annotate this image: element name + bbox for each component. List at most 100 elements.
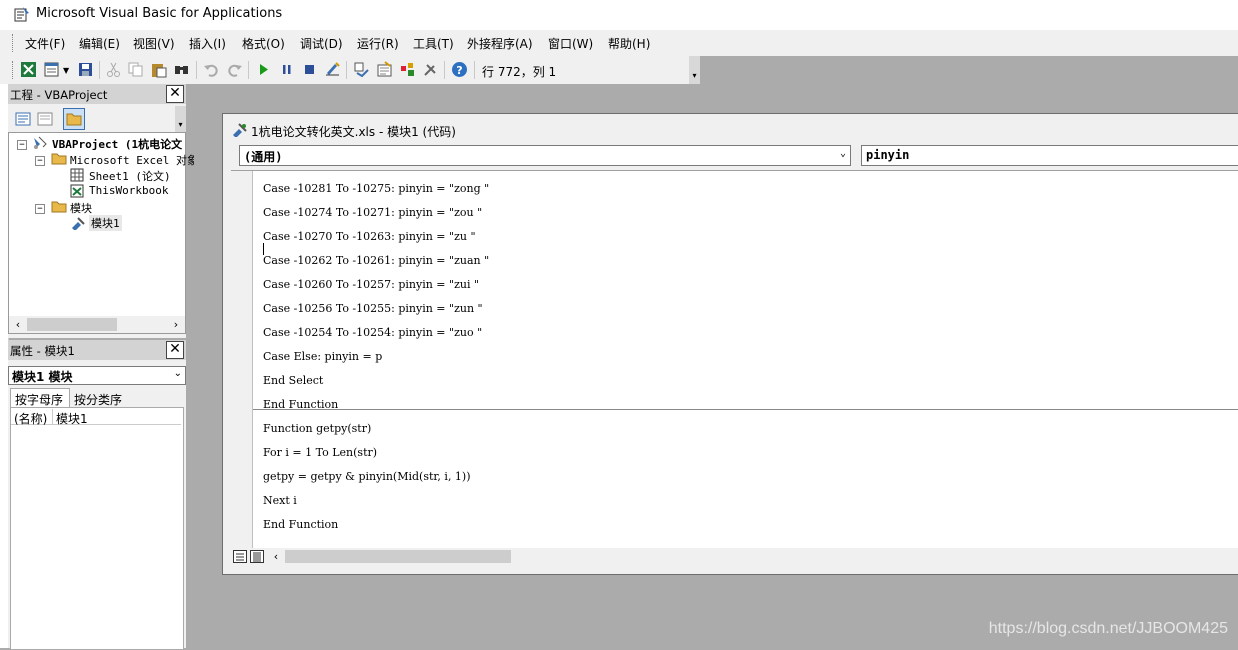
tab-categorized[interactable]: 按分类序 — [70, 390, 128, 407]
menu-addins[interactable]: 外接程序(A) — [467, 35, 533, 52]
paste-icon[interactable] — [150, 61, 167, 78]
close-icon[interactable]: ✕ — [166, 85, 184, 103]
menu-help[interactable]: 帮助(H) — [608, 35, 650, 52]
object-browser-icon[interactable] — [399, 61, 416, 78]
run-icon[interactable] — [255, 61, 272, 78]
scroll-thumb[interactable] — [27, 318, 117, 331]
tab-alphabetic-label: 按字母序 — [15, 393, 64, 407]
menu-run[interactable]: 运行(R) — [357, 35, 399, 52]
procedure-combo[interactable]: pinyin — [861, 145, 1238, 166]
menu-format[interactable]: 格式(O) — [242, 35, 285, 52]
code-line[interactable]: Next i — [263, 494, 297, 507]
view-code-icon[interactable] — [15, 111, 31, 127]
toolbar-overflow-button[interactable]: ▾ — [689, 56, 700, 84]
tree-node-thisworkbook[interactable]: ThisWorkbook — [89, 184, 168, 197]
watermark: https://blog.csdn.net/JJBOOM425 — [988, 620, 1228, 637]
worksheet-icon — [70, 168, 84, 182]
toolbar-grip[interactable] — [12, 61, 16, 79]
procedure-combo-value: pinyin — [866, 148, 910, 162]
code-line[interactable]: getpy = getpy & pinyin(Mid(str, i, 1)) — [263, 470, 471, 483]
reset-icon[interactable] — [301, 61, 318, 78]
menu-file[interactable]: 文件(F) — [25, 35, 65, 52]
tree-node-vbaproject[interactable]: VBAProject (1杭电论文 — [52, 136, 182, 152]
close-icon[interactable]: ✕ — [166, 341, 184, 359]
object-combo-value: (通用) — [244, 150, 283, 164]
toolbar-separator — [99, 61, 100, 79]
module-icon — [72, 217, 85, 230]
toggle-folders-button[interactable] — [63, 108, 85, 130]
code-line[interactable]: Case -10254 To -10254: pinyin = "zuo " — [263, 326, 482, 339]
scroll-left-icon[interactable]: ‹ — [267, 548, 285, 565]
vbaproject-icon — [34, 136, 47, 149]
tree-node-sheet1[interactable]: Sheet1 (论文) — [89, 168, 171, 184]
undo-icon[interactable] — [203, 61, 220, 78]
project-panel-toolbar: ▾ — [8, 106, 186, 132]
find-icon[interactable] — [173, 61, 190, 78]
code-line[interactable]: For i = 1 To Len(str) — [263, 446, 377, 459]
view-object-icon[interactable] — [37, 111, 53, 127]
insert-module-icon[interactable] — [43, 61, 60, 78]
property-row[interactable]: (名称) 模块1 — [11, 409, 181, 427]
code-line[interactable]: Case -10274 To -10271: pinyin = "zou " — [263, 206, 482, 219]
object-combo[interactable]: (通用) ⌄ — [239, 145, 851, 166]
code-line[interactable]: Function getpy(str) — [263, 422, 371, 435]
module-icon — [233, 123, 247, 137]
redo-icon[interactable] — [226, 61, 243, 78]
dropdown-arrow-icon[interactable]: ▼ — [63, 66, 69, 75]
full-module-view-icon[interactable] — [250, 550, 264, 563]
menu-insert[interactable]: 插入(I) — [189, 35, 226, 52]
procedure-view-icon[interactable] — [233, 550, 247, 563]
project-tree-hscrollbar[interactable]: ‹ › — [8, 316, 186, 334]
properties-icon[interactable] — [376, 61, 393, 78]
code-line[interactable]: Case -10262 To -10261: pinyin = "zuan " — [263, 254, 489, 267]
cut-icon[interactable] — [105, 61, 122, 78]
collapse-icon[interactable]: − — [35, 204, 45, 214]
project-panel-header: 工程 - VBAProject ✕ — [8, 84, 186, 104]
toolbar-background — [700, 56, 1238, 84]
code-line[interactable]: Case -10281 To -10275: pinyin = "zong " — [263, 182, 489, 195]
code-line[interactable]: Case Else: pinyin = p — [263, 350, 382, 363]
properties-panel-title: 属性 - 模块1 — [10, 344, 75, 358]
excel-icon[interactable] — [20, 61, 37, 78]
chevron-down-icon: ⌄ — [173, 368, 182, 379]
tree-node-excel-objects[interactable]: Microsoft Excel 对象 — [70, 152, 198, 168]
tree-node-modules[interactable]: 模块 — [70, 200, 92, 216]
scroll-left-icon[interactable]: ‹ — [9, 316, 27, 333]
properties-panel: 属性 - 模块1 ✕ 模块1 模块 ⌄ 按字母序 按分类序 (名称) 模块1 — [8, 340, 186, 650]
procedure-separator — [253, 409, 1238, 410]
break-icon[interactable] — [278, 61, 295, 78]
svg-text:?: ? — [456, 64, 462, 77]
code-hscrollbar[interactable]: ‹ — [231, 548, 1238, 565]
menu-debug[interactable]: 调试(D) — [300, 35, 343, 52]
panel-toolbar-overflow[interactable]: ▾ — [175, 106, 186, 132]
project-explorer-icon[interactable] — [353, 61, 370, 78]
code-window-titlebar: 1杭电论文转化英文.xls - 模块1 (代码) — [223, 114, 1238, 144]
code-line[interactable]: Case -10256 To -10255: pinyin = "zun " — [263, 302, 483, 315]
design-mode-icon[interactable] — [324, 61, 341, 78]
collapse-icon[interactable]: − — [35, 156, 45, 166]
menubar-grip[interactable] — [12, 34, 16, 52]
menu-edit[interactable]: 编辑(E) — [79, 35, 120, 52]
menu-view[interactable]: 视图(V) — [133, 35, 175, 52]
menu-tools[interactable]: 工具(T) — [413, 35, 454, 52]
menu-window[interactable]: 窗口(W) — [548, 35, 593, 52]
code-line[interactable]: Case -10270 To -10263: pinyin = "zu " — [263, 230, 476, 243]
code-line[interactable]: Case -10260 To -10257: pinyin = "zui " — [263, 278, 479, 291]
code-line[interactable]: End Function — [263, 518, 338, 531]
help-icon[interactable]: ? — [451, 61, 468, 78]
scroll-thumb[interactable] — [285, 550, 511, 563]
property-value[interactable]: 模块1 — [56, 410, 88, 427]
editor-margin[interactable] — [231, 171, 253, 549]
toolbox-icon[interactable] — [422, 61, 439, 78]
code-editor[interactable]: Case -10281 To -10275: pinyin = "zong " … — [231, 170, 1238, 549]
project-explorer-panel: 工程 - VBAProject ✕ ▾ − VBAProject (1杭电论文 … — [8, 84, 198, 338]
vba-app-icon — [14, 7, 29, 22]
save-icon[interactable] — [77, 61, 94, 78]
copy-icon[interactable] — [127, 61, 144, 78]
scroll-right-icon[interactable]: › — [167, 316, 185, 333]
object-select[interactable]: 模块1 模块 ⌄ — [8, 366, 186, 385]
collapse-icon[interactable]: − — [17, 140, 27, 150]
code-line[interactable]: End Select — [263, 374, 323, 387]
tab-alphabetic[interactable]: 按字母序 — [10, 388, 70, 408]
tree-node-module1[interactable]: 模块1 — [89, 215, 122, 231]
